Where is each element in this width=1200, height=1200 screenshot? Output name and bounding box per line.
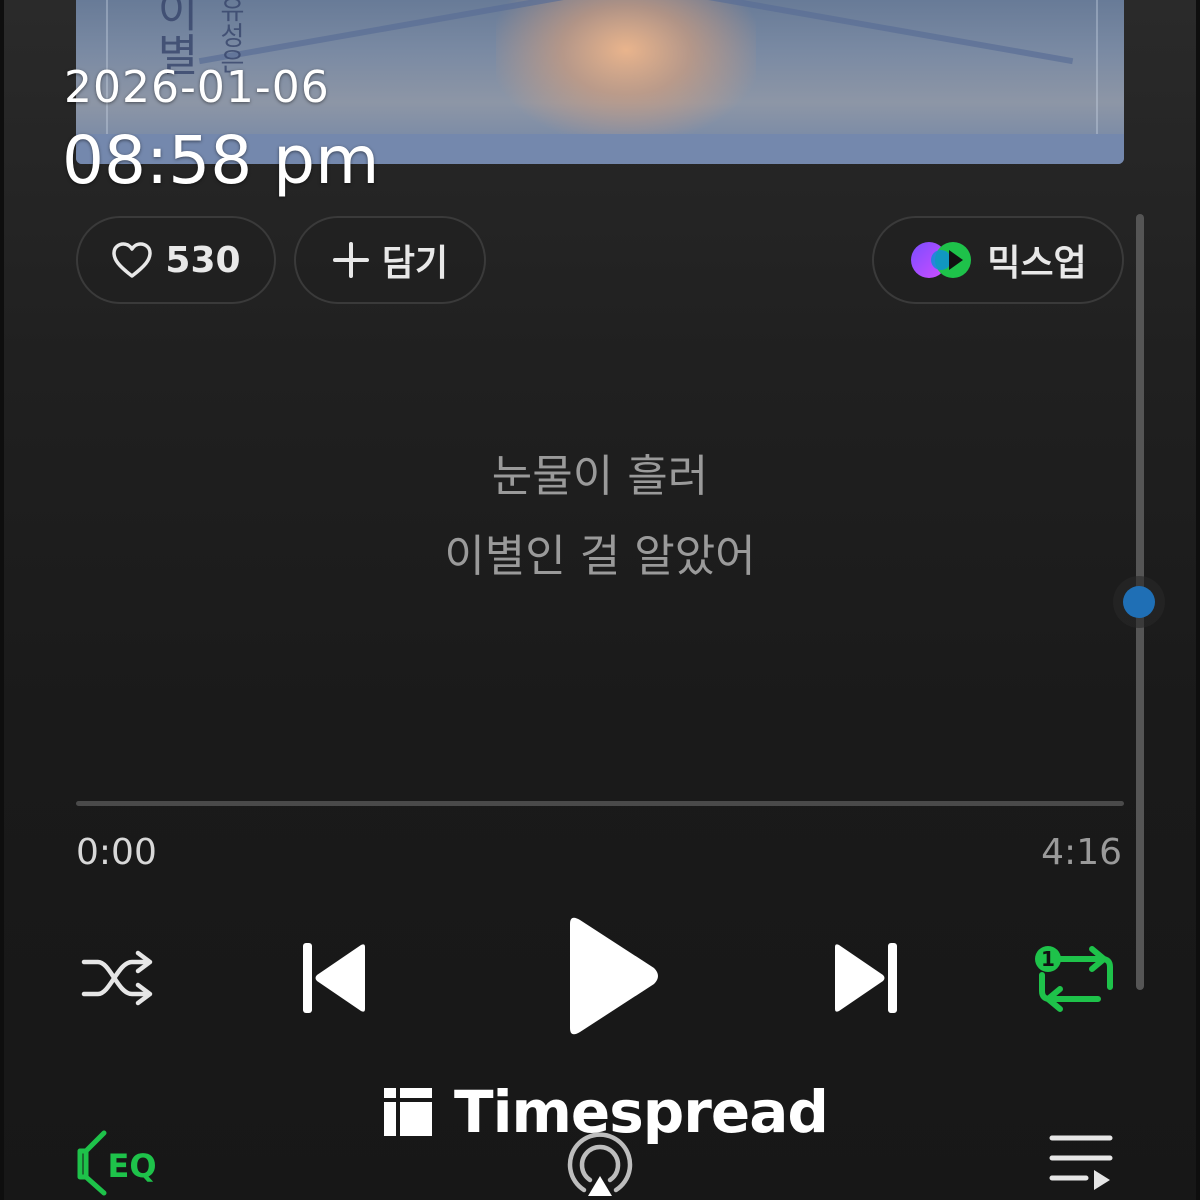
next-track-button[interactable]: [828, 936, 904, 1020]
eq-icon: EQ: [77, 1130, 157, 1196]
total-time: 4:16: [1041, 832, 1122, 873]
frame-right: [1196, 0, 1200, 1200]
lyric-line[interactable]: 이별인 걸 알았어: [0, 520, 1200, 584]
lyric-line[interactable]: 눈물이 흘러: [0, 440, 1200, 504]
play-button[interactable]: [552, 906, 672, 1046]
plus-icon: [332, 241, 370, 279]
previous-track-button[interactable]: [296, 936, 372, 1020]
scrollbar-thumb[interactable]: [1123, 586, 1155, 618]
shuffle-icon: [81, 950, 153, 1006]
timestamp-date: 2026-01-06: [64, 62, 330, 113]
skip-next-icon: [835, 943, 897, 1013]
play-icon: [570, 917, 658, 1035]
eq-label: EQ: [107, 1147, 156, 1185]
frame-left: [0, 0, 4, 1200]
progress-bar[interactable]: [76, 801, 1124, 806]
repeat-one-badge: 1: [1041, 947, 1055, 971]
watermark: Timespread: [382, 1078, 829, 1146]
timespread-logo-icon: [384, 1088, 432, 1136]
playlist-icon: [1049, 1135, 1113, 1190]
shuffle-button[interactable]: [78, 940, 158, 1016]
skip-previous-icon: [303, 943, 365, 1013]
playlist-button[interactable]: [1044, 1126, 1118, 1200]
mixup-button[interactable]: 믹스업: [872, 216, 1124, 304]
add-to-playlist-button[interactable]: 담기: [294, 216, 486, 304]
repeat-one-icon: 1: [1035, 946, 1113, 1012]
heart-icon: [111, 241, 153, 279]
like-count: 530: [165, 239, 241, 281]
eq-button[interactable]: EQ: [72, 1124, 172, 1200]
current-time: 0:00: [76, 832, 157, 873]
watermark-text: Timespread: [454, 1078, 829, 1146]
timestamp-time: 08:58 pm: [62, 122, 380, 199]
mixup-label: 믹스업: [987, 243, 1087, 284]
repeat-button[interactable]: 1: [1030, 936, 1122, 1020]
mixup-logo-icon: [909, 240, 975, 280]
like-button[interactable]: 530: [76, 216, 276, 304]
add-label: 담기: [381, 243, 449, 284]
